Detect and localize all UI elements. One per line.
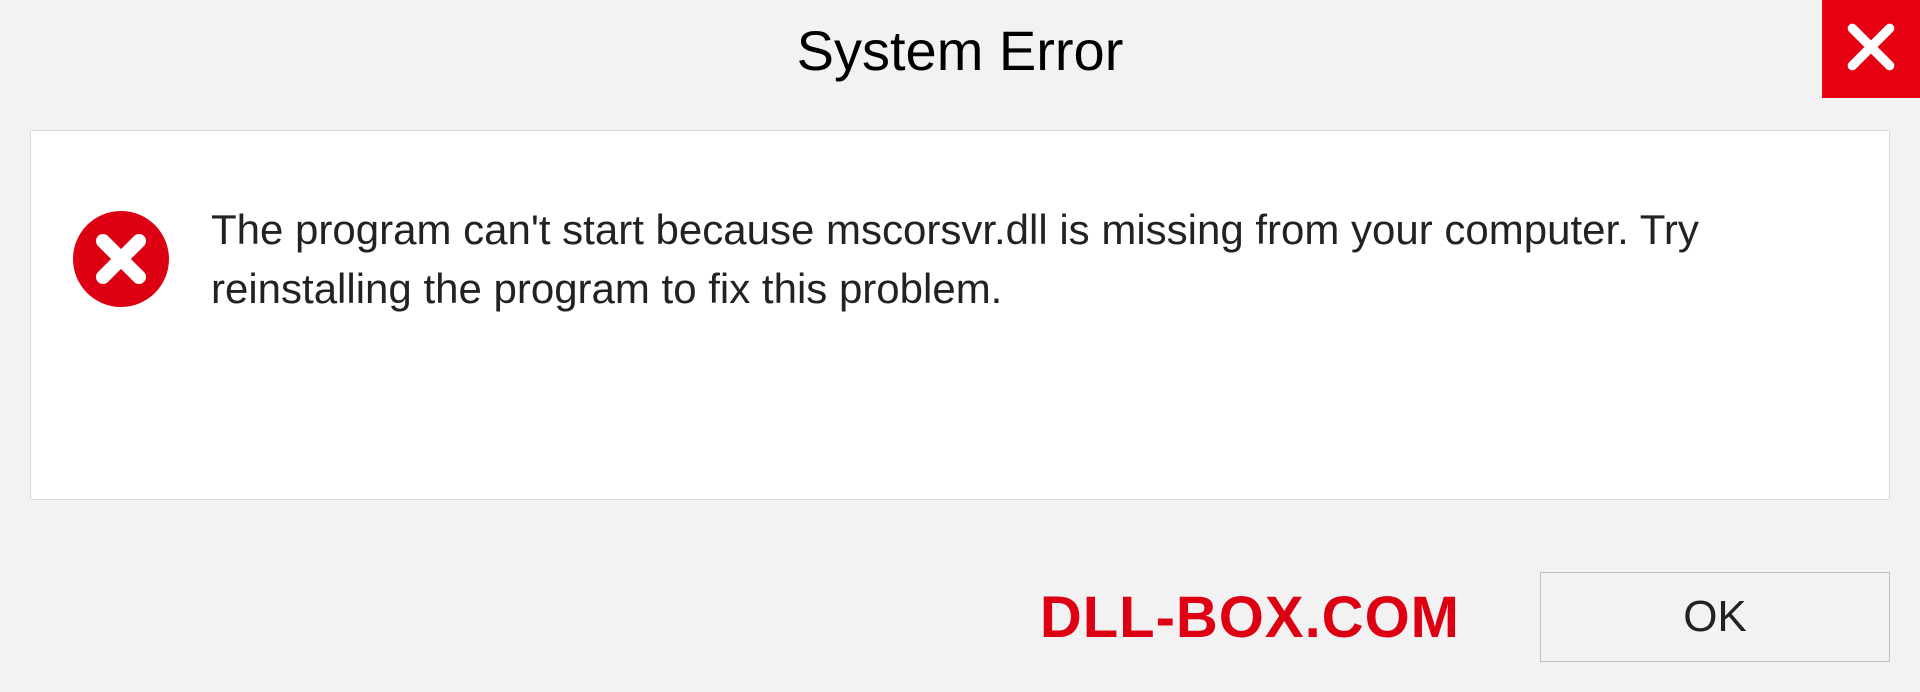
dialog-content: The program can't start because mscorsvr…	[30, 130, 1890, 500]
error-message: The program can't start because mscorsvr…	[211, 201, 1829, 319]
ok-button[interactable]: OK	[1540, 572, 1890, 662]
close-button[interactable]	[1822, 0, 1920, 98]
dialog-title: System Error	[797, 18, 1124, 83]
error-icon	[71, 209, 171, 309]
watermark-text: DLL-BOX.COM	[1040, 584, 1460, 651]
dialog-footer: DLL-BOX.COM OK	[30, 572, 1890, 662]
titlebar: System Error	[0, 0, 1920, 100]
close-icon	[1843, 19, 1899, 80]
